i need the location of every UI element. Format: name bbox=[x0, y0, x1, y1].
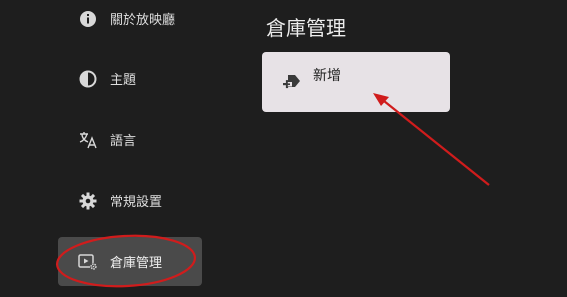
sidebar-item-label: 關於放映廳 bbox=[110, 13, 176, 28]
add-button-label: 新增 bbox=[313, 68, 341, 84]
sidebar-item-label: 常規設置 bbox=[110, 195, 163, 210]
sidebar-item-label: 語言 bbox=[110, 134, 137, 149]
sidebar-item-about[interactable]: 關於放映廳 bbox=[58, 0, 202, 43]
translate-icon bbox=[78, 130, 98, 150]
info-icon bbox=[78, 9, 98, 29]
sidebar-item-label: 主題 bbox=[110, 73, 137, 88]
page-title: 倉庫管理 bbox=[266, 16, 346, 40]
sidebar-item-general-settings[interactable]: 常規設置 bbox=[58, 176, 202, 225]
sidebar-item-theme[interactable]: 主題 bbox=[58, 54, 202, 103]
contrast-icon bbox=[78, 69, 98, 89]
sidebar-item-repository-management[interactable]: 倉庫管理 bbox=[58, 237, 202, 286]
add-repository-button[interactable]: 新增 bbox=[262, 52, 450, 112]
gear-icon bbox=[78, 191, 98, 211]
annotation-arrow-line bbox=[383, 100, 490, 186]
sidebar: 關於放映廳 主題 語言 常規設置 倉庫管理 bbox=[0, 0, 250, 297]
sidebar-item-language[interactable]: 語言 bbox=[58, 115, 202, 164]
add-label-icon bbox=[282, 73, 302, 95]
repository-settings-icon bbox=[78, 252, 98, 272]
sidebar-item-label: 倉庫管理 bbox=[110, 256, 163, 271]
